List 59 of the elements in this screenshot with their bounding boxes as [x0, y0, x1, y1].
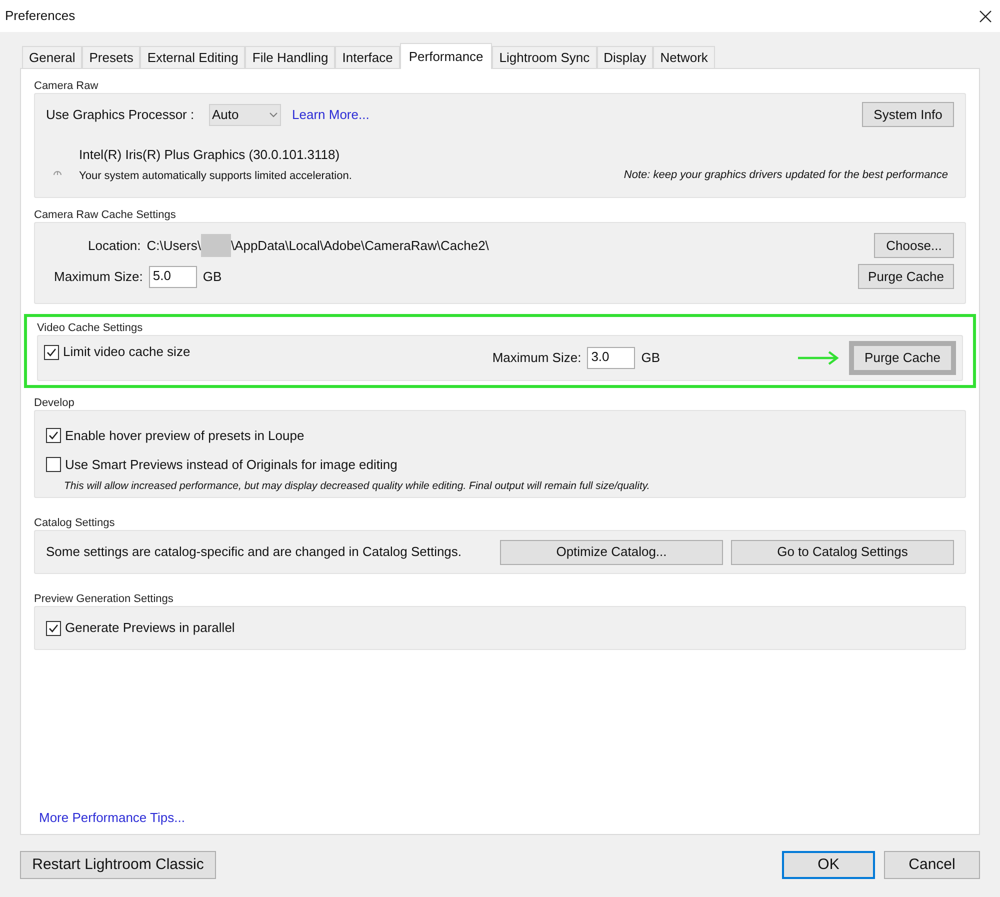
learn-more-link[interactable]: Learn More... — [292, 104, 370, 124]
purge-cache-button[interactable]: Purge Cache — [858, 264, 954, 289]
gpu-status: Your system automatically supports limited acceleration. — [79, 168, 352, 184]
location-path: \AppData\Local\Adobe\CameraRaw\Cache2\ — [230, 236, 489, 255]
catalog-button[interactable]: Go to Catalog Settings — [731, 540, 954, 564]
tab[interactable]: Performance — [400, 43, 492, 69]
choose-button[interactable]: Choose... — [874, 233, 954, 258]
checkbox[interactable] — [46, 428, 61, 444]
group-title: Preview Generation Settings — [34, 592, 174, 606]
window-title: Preferences — [5, 7, 76, 26]
unit-label: GB — [202, 268, 222, 286]
group-title: Catalog Settings — [34, 516, 115, 530]
field-label: Use Graphics Processor : — [46, 106, 196, 124]
location-path: C:\Users\ — [146, 236, 201, 255]
hint-text: This will allow increased performance, but may display decreased quality while editing. Final output will remain full size/quality. — [64, 479, 651, 494]
tab[interactable]: Presets — [82, 46, 140, 68]
checkbox[interactable] — [46, 620, 61, 636]
catalog-button[interactable]: Optimize Catalog... — [500, 540, 723, 564]
ok-button[interactable]: OK — [782, 851, 875, 879]
tab[interactable]: Interface — [335, 46, 400, 68]
tab[interactable]: Display — [596, 46, 654, 68]
checkbox-label: Enable hover preview of presets in Loupe — [65, 427, 304, 445]
unit-label: GB — [641, 349, 660, 368]
max-size-field[interactable]: 3.0 — [587, 347, 636, 369]
checkbox-label: Limit video cache size — [63, 343, 190, 362]
checkbox-label: Generate Previews in parallel — [65, 619, 235, 638]
gpu-name: Intel(R) Iris(R) Plus Graphics (30.0.101.3118) — [79, 146, 341, 164]
gpu-dropdown[interactable]: Auto — [209, 104, 281, 126]
tab[interactable]: External Editing — [140, 46, 246, 68]
group-title: Camera Raw — [34, 79, 98, 93]
group-title: Camera Raw Cache Settings — [34, 208, 176, 222]
check-icon — [46, 346, 57, 358]
caret-icon — [269, 112, 278, 118]
field-label: Maximum Size: — [54, 268, 143, 286]
check-icon — [48, 430, 59, 442]
cancel-button[interactable]: Cancel — [884, 851, 980, 879]
checkbox[interactable] — [46, 456, 61, 472]
group-title: Develop — [34, 396, 74, 410]
catalog-description: Some settings are catalog-specific and are changed in Catalog Settings. — [46, 543, 462, 562]
close-icon[interactable] — [979, 10, 992, 22]
field-label: Maximum Size: — [492, 349, 582, 368]
driver-note: Note: keep your graphics drivers updated for the best performance — [624, 168, 948, 182]
system-info-button[interactable]: System Info — [862, 102, 954, 127]
group-title: Video Cache Settings — [37, 321, 143, 335]
check-icon — [48, 622, 59, 634]
gauge-icon — [53, 168, 62, 177]
more-tips-link[interactable]: More Performance Tips... — [39, 808, 185, 827]
field-label: Location: — [88, 236, 141, 255]
tab[interactable]: Network — [653, 46, 715, 68]
purge-cache-button[interactable]: Purge Cache — [849, 341, 956, 375]
redaction-block — [200, 234, 231, 257]
tab[interactable]: File Handling — [245, 46, 336, 68]
tab[interactable]: Lightroom Sync — [492, 46, 597, 68]
arrow-icon — [797, 351, 839, 365]
max-size-field[interactable]: 5.0 — [148, 266, 197, 288]
checkbox[interactable] — [44, 344, 59, 360]
restart-button[interactable]: Restart Lightroom Classic — [20, 851, 216, 879]
checkbox-label: Use Smart Previews instead of Originals for image editing — [65, 456, 398, 474]
tab[interactable]: General — [22, 46, 82, 68]
